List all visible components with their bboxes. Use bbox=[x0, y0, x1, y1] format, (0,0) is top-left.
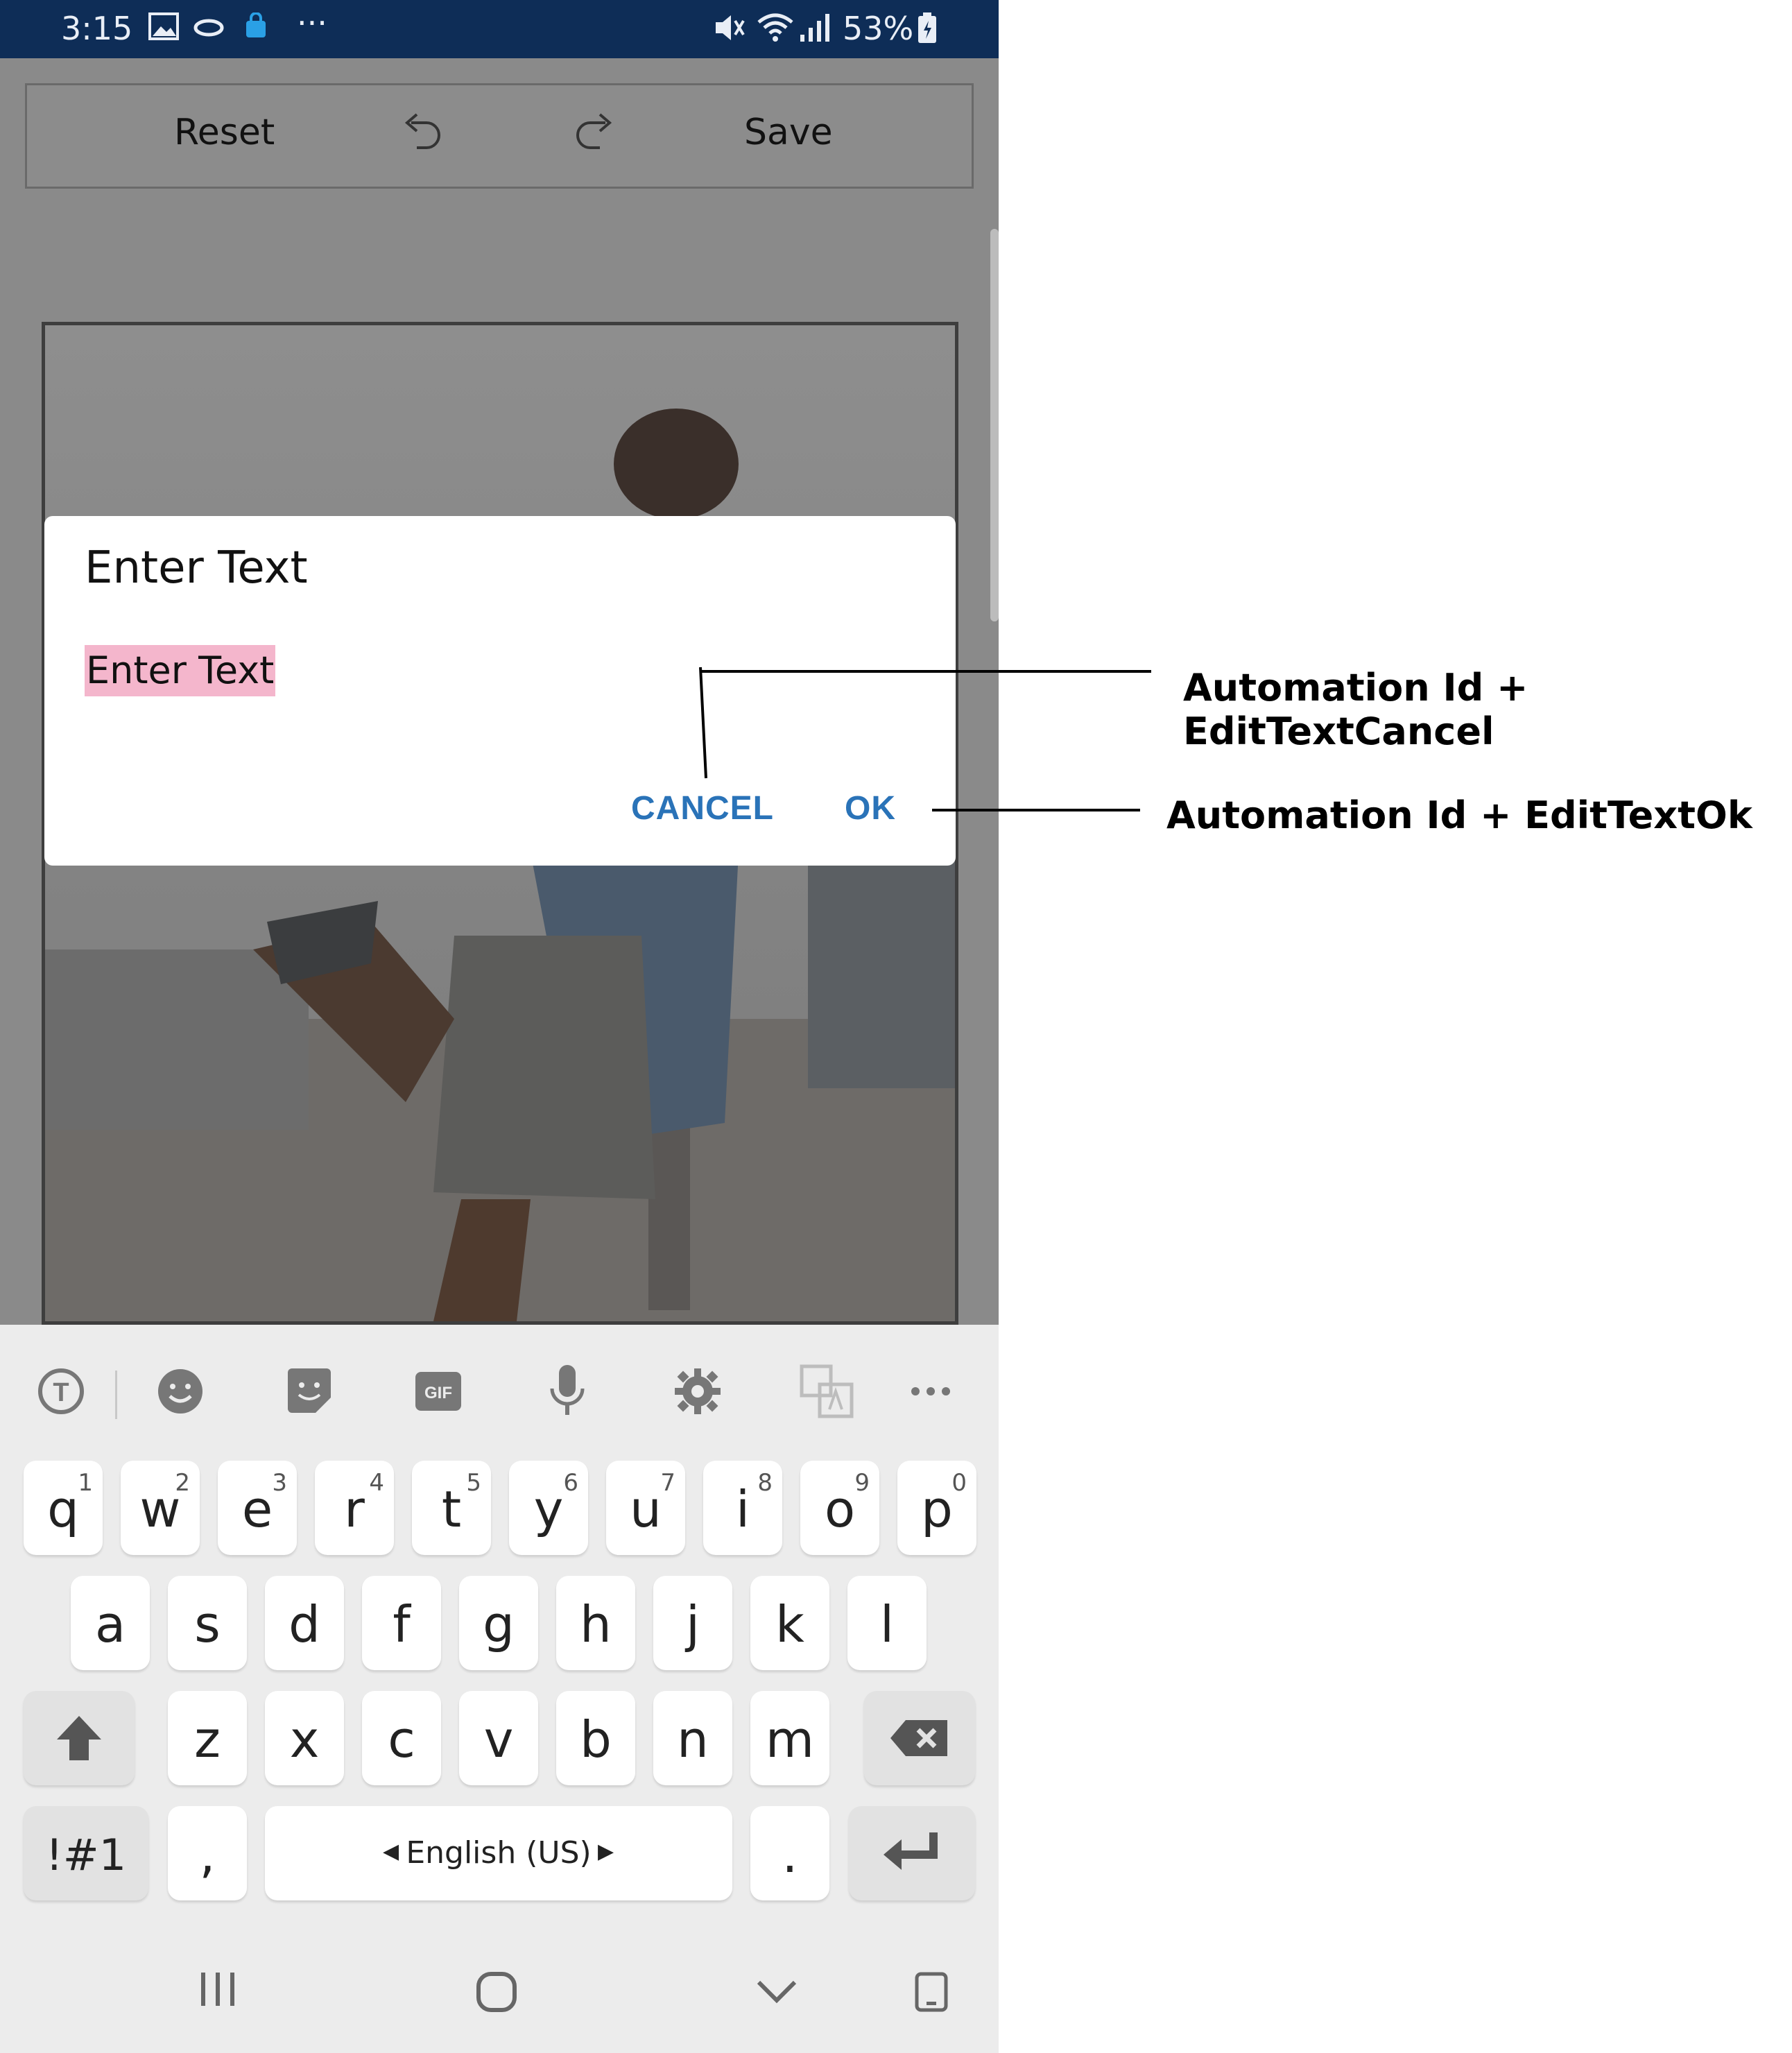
cancel-annotation-label: Automation Id + EditTextCancel bbox=[1183, 666, 1528, 753]
ok-annotation-label: Automation Id + EditTextOk bbox=[1166, 793, 1752, 837]
annotation-lines bbox=[699, 667, 1151, 811]
